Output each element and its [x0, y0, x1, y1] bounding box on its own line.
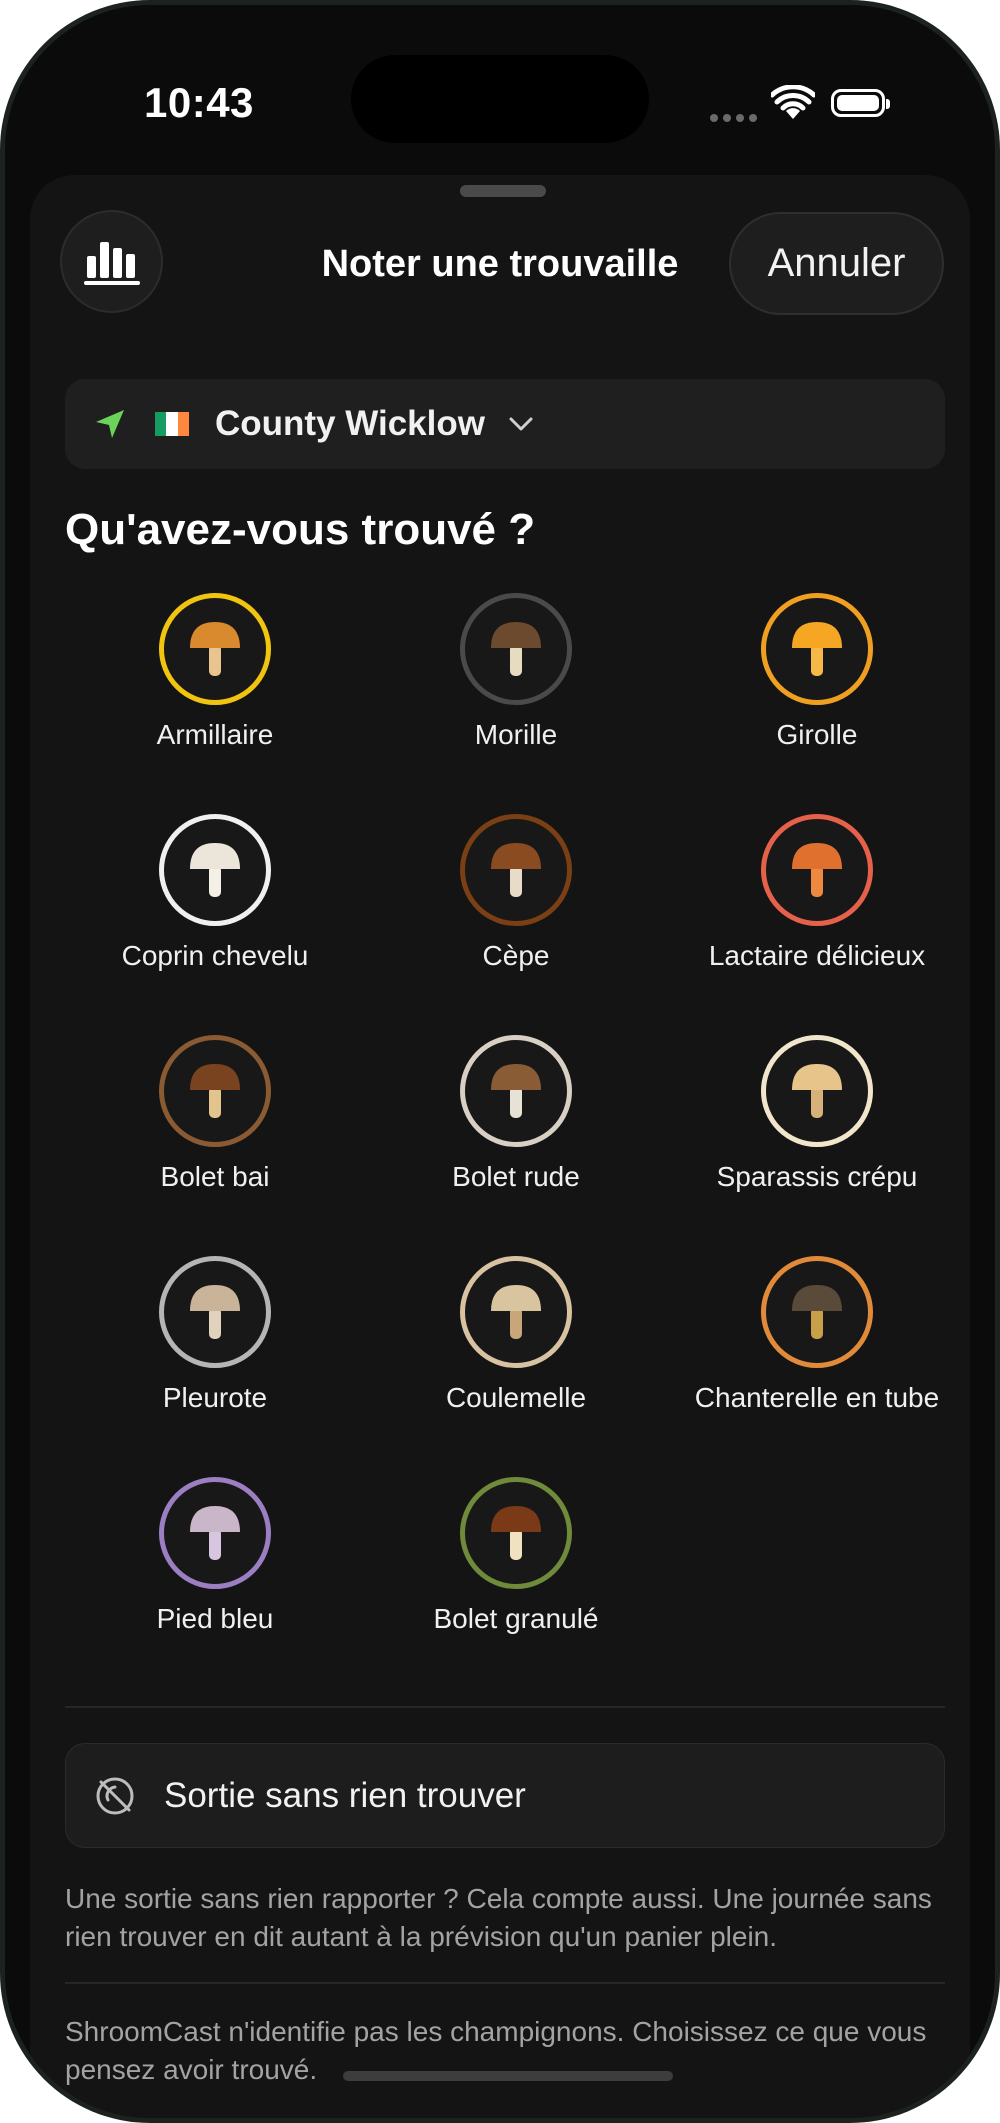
species-thumbnail [460, 1256, 572, 1368]
home-indicator[interactable] [343, 2071, 673, 2081]
species-thumbnail [460, 1477, 572, 1589]
species-label: Chanterelle en tube [694, 1382, 940, 1413]
species-thumbnail [460, 593, 572, 705]
dynamic-island [351, 55, 649, 143]
winter-chanterelle-icon [792, 1285, 842, 1339]
armillaire-mushroom-icon [190, 622, 240, 676]
species-thumbnail [761, 593, 873, 705]
wifi-icon [771, 85, 815, 119]
species-label: Armillaire [156, 719, 274, 750]
species-thumbnail [460, 1035, 572, 1147]
species-label: Morille [474, 719, 558, 750]
weeping-bolete-icon [491, 1506, 541, 1560]
saffron-milk-cap-icon [792, 843, 842, 897]
bay-bolete-icon [190, 1064, 240, 1118]
no-find-label: Sortie sans rien trouver [164, 1775, 526, 1815]
species-thumbnail [159, 1256, 271, 1368]
species-label: Coprin chevelu [121, 940, 309, 971]
shaggy-ink-cap-icon [190, 843, 240, 897]
species-question: Qu'avez-vous trouvé ? [65, 505, 536, 554]
species-label: Cèpe [482, 940, 550, 971]
no-find-icon [96, 1777, 134, 1814]
birch-bolete-icon [491, 1064, 541, 1118]
species-label: Bolet rude [452, 1161, 580, 1192]
sheet-grabber[interactable] [460, 185, 546, 197]
wood-blewit-icon [190, 1506, 240, 1560]
cancel-button[interactable]: Annuler [729, 212, 944, 315]
no-find-note: Une sortie sans rien rapporter ? Cela co… [65, 1883, 932, 1952]
species-label: Lactaire délicieux [708, 940, 926, 971]
porcini-mushroom-icon [491, 843, 541, 897]
species-label: Pied bleu [156, 1603, 274, 1634]
location-selector[interactable]: County Wicklow [65, 379, 945, 469]
log-find-sheet: Noter une trouvaille Annuler County Wick… [30, 175, 970, 2118]
parasol-mushroom-icon [491, 1285, 541, 1339]
divider [65, 1706, 945, 1708]
species-thumbnail [761, 1035, 873, 1147]
species-thumbnail [159, 593, 271, 705]
species-label: Girolle [776, 719, 858, 750]
battery-icon [831, 89, 890, 117]
location-arrow-icon [96, 410, 124, 438]
species-thumbnail [159, 814, 271, 926]
species-label: Pleurote [162, 1382, 268, 1413]
cellular-signal-icon [710, 109, 762, 127]
status-bar: 10:43 [5, 5, 995, 165]
species-thumbnail [460, 814, 572, 926]
chanterelle-mushroom-icon [792, 622, 842, 676]
species-label: Bolet granulé [433, 1603, 599, 1634]
ireland-flag-icon [155, 412, 189, 436]
species-label: Sparassis crépu [716, 1161, 918, 1192]
species-thumbnail [761, 814, 873, 926]
species-label: Bolet bai [160, 1161, 270, 1192]
screen: 10:43 Noter une trouvaille Annuler Count… [5, 5, 995, 2118]
morel-mushroom-icon [491, 622, 541, 676]
chevron-down-icon [509, 417, 533, 431]
divider [65, 1982, 945, 1984]
cauliflower-fungus-icon [792, 1064, 842, 1118]
status-time: 10:43 [144, 79, 254, 126]
location-name: County Wicklow [215, 404, 485, 443]
species-thumbnail [159, 1477, 271, 1589]
oyster-mushroom-icon [190, 1285, 240, 1339]
phone-frame: 10:43 Noter une trouvaille Annuler Count… [0, 0, 1000, 2123]
species-label: Coulemelle [445, 1382, 587, 1413]
species-thumbnail [761, 1256, 873, 1368]
no-find-button[interactable]: Sortie sans rien trouver [65, 1743, 945, 1848]
species-thumbnail [159, 1035, 271, 1147]
